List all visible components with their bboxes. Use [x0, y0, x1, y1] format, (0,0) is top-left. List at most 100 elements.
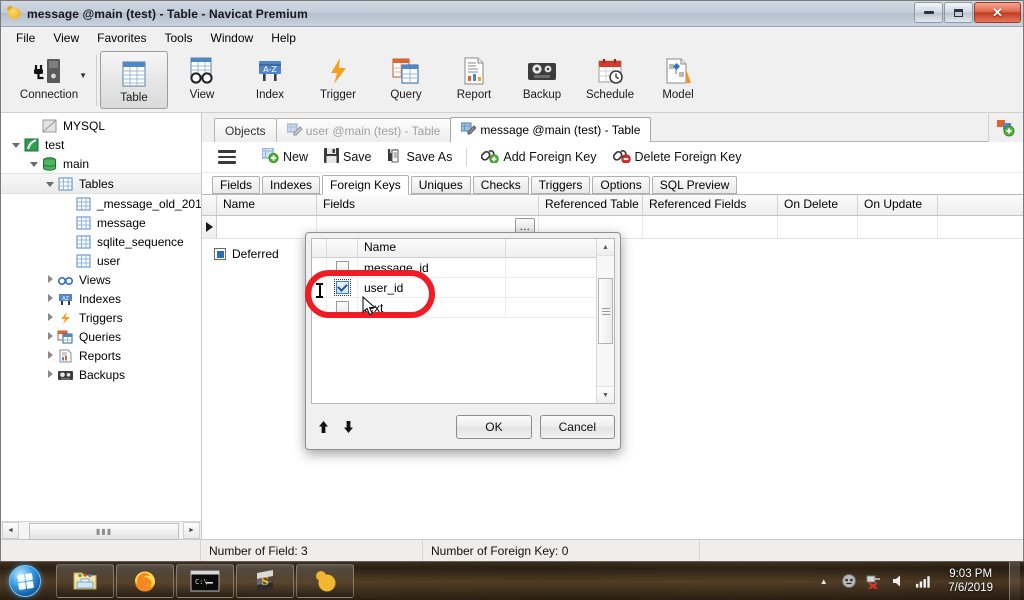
- taskbar-item-file-explorer[interactable]: [56, 564, 114, 598]
- new-button[interactable]: New: [254, 145, 316, 169]
- field-checkbox-cell[interactable]: [327, 278, 358, 297]
- show-hidden-icons-icon[interactable]: ▲: [815, 573, 832, 590]
- expander-closed[interactable]: [43, 274, 57, 285]
- toolbar-report-button[interactable]: Report: [440, 49, 508, 112]
- hamburger-menu-icon[interactable]: [212, 147, 242, 167]
- list-item[interactable]: message_id: [312, 258, 596, 278]
- list-item[interactable]: user_id: [312, 278, 596, 298]
- menu-item-file[interactable]: File: [7, 28, 44, 48]
- column-header-referenced-fields[interactable]: Referenced Fields: [643, 195, 778, 215]
- arrow-up-icon[interactable]: [311, 420, 336, 434]
- subtab-triggers[interactable]: Triggers: [530, 176, 591, 194]
- toolbar-connection-button[interactable]: Connection ▼: [5, 49, 93, 112]
- field-checkbox[interactable]: [335, 261, 349, 274]
- tray-app-icon[interactable]: [840, 573, 857, 590]
- column-header-referenced-table[interactable]: Referenced Table: [539, 195, 643, 215]
- subtab-foreign-keys[interactable]: Foreign Keys: [322, 175, 409, 195]
- list-item[interactable]: text: [312, 298, 596, 318]
- arrow-down-icon[interactable]: [336, 420, 361, 434]
- cell-on-update[interactable]: [858, 216, 938, 238]
- network-disconnected-icon[interactable]: [865, 573, 882, 590]
- scroll-up-arrow-icon[interactable]: ▲: [597, 239, 614, 256]
- field-checkbox-checked[interactable]: [333, 279, 351, 296]
- close-button[interactable]: ✕: [974, 2, 1021, 23]
- toolbar-query-button[interactable]: Query: [372, 49, 440, 112]
- scroll-thumb[interactable]: [598, 278, 613, 344]
- sidebar-item-reports[interactable]: Reports: [1, 346, 201, 365]
- scroll-right-arrow-icon[interactable]: ►: [183, 522, 200, 539]
- sidebar-item-user[interactable]: user: [1, 251, 201, 270]
- cell-referenced-fields[interactable]: [643, 216, 778, 238]
- column-header-fields[interactable]: Fields: [317, 195, 539, 215]
- tab-objects[interactable]: Objects: [214, 118, 277, 142]
- sidebar-item-_message_old_2019[interactable]: _message_old_2019: [1, 194, 201, 213]
- sidebar-item-sqlite_sequence[interactable]: sqlite_sequence: [1, 232, 201, 251]
- sidebar-item-backups[interactable]: Backups: [1, 365, 201, 384]
- subtab-indexes[interactable]: Indexes: [262, 176, 321, 194]
- scroll-left-arrow-icon[interactable]: ◄: [2, 522, 19, 539]
- tab-user-table[interactable]: user @main (test) - Table: [275, 118, 452, 142]
- signal-bars-icon[interactable]: [915, 573, 932, 590]
- menu-item-favorites[interactable]: Favorites: [88, 28, 155, 48]
- menu-item-view[interactable]: View: [44, 28, 88, 48]
- sidebar-item-triggers[interactable]: Triggers: [1, 308, 201, 327]
- toolbar-trigger-button[interactable]: Trigger: [304, 49, 372, 112]
- sidebar-item-main[interactable]: main: [1, 154, 201, 173]
- expander-closed[interactable]: [43, 350, 57, 361]
- new-object-plus-icon[interactable]: [988, 114, 1023, 142]
- subtab-uniques[interactable]: Uniques: [410, 176, 471, 194]
- column-header-name[interactable]: Name: [217, 195, 317, 215]
- cell-on-delete[interactable]: [778, 216, 858, 238]
- toolbar-schedule-button[interactable]: Schedule: [576, 49, 644, 112]
- expander-closed[interactable]: [43, 369, 57, 380]
- maximize-button[interactable]: [944, 2, 973, 23]
- field-checkbox[interactable]: [335, 301, 349, 314]
- expander-closed[interactable]: [43, 293, 57, 304]
- toolbar-model-button[interactable]: Model: [644, 49, 712, 112]
- subtab-options[interactable]: Options: [592, 176, 650, 194]
- expander-closed[interactable]: [43, 331, 57, 342]
- taskbar-item-firefox[interactable]: [116, 564, 174, 598]
- ok-button[interactable]: OK: [456, 415, 532, 439]
- column-header-on-update[interactable]: On Update: [858, 195, 938, 215]
- field-list-scrollbar[interactable]: ▲ ▼: [596, 239, 614, 403]
- toolbar-view-button[interactable]: View: [168, 49, 236, 112]
- toolbar-backup-button[interactable]: Backup: [508, 49, 576, 112]
- toolbar-table-button[interactable]: Table: [100, 51, 168, 109]
- cell-name[interactable]: [217, 216, 317, 238]
- sidebar-item-views[interactable]: Views: [1, 270, 201, 289]
- deferred-checkbox[interactable]: [214, 248, 226, 260]
- sidebar-horizontal-scrollbar[interactable]: ◄ ▮▮▮ ►: [1, 521, 201, 540]
- minimize-button[interactable]: [914, 2, 943, 23]
- field-checkbox-cell[interactable]: [327, 258, 358, 277]
- cancel-button[interactable]: Cancel: [539, 415, 615, 439]
- save-button[interactable]: Save: [316, 145, 380, 169]
- subtab-fields[interactable]: Fields: [212, 176, 261, 194]
- column-header-on-delete[interactable]: On Delete: [778, 195, 858, 215]
- subtab-checks[interactable]: Checks: [472, 176, 529, 194]
- expander-open[interactable]: [9, 140, 23, 149]
- expander-open[interactable]: [27, 159, 41, 168]
- toolbar-index-button[interactable]: A-Z Index: [236, 49, 304, 112]
- show-desktop-button[interactable]: [1009, 562, 1020, 600]
- scroll-track[interactable]: [597, 256, 614, 386]
- menu-item-window[interactable]: Window: [202, 28, 263, 48]
- scroll-thumb[interactable]: ▮▮▮: [29, 523, 179, 540]
- volume-icon[interactable]: [890, 573, 907, 590]
- delete-foreign-key-button[interactable]: Delete Foreign Key: [605, 145, 750, 169]
- start-button[interactable]: [0, 563, 50, 599]
- save-as-button[interactable]: Save As: [380, 145, 461, 169]
- chevron-down-icon[interactable]: ▼: [79, 71, 87, 80]
- add-foreign-key-button[interactable]: Add Foreign Key: [473, 145, 604, 169]
- expander-open[interactable]: [43, 179, 57, 188]
- sidebar-item-tables[interactable]: Tables: [1, 173, 201, 194]
- sidebar-item-test[interactable]: test: [1, 135, 201, 154]
- tab-message-table[interactable]: message @main (test) - Table: [450, 117, 652, 142]
- sidebar-item-mysql[interactable]: MYSQL: [1, 116, 201, 135]
- taskbar-item-command-prompt[interactable]: C:\: [176, 564, 234, 598]
- taskbar-item-navicat[interactable]: [296, 564, 354, 598]
- field-checkbox-cell[interactable]: [327, 298, 358, 317]
- menu-item-help[interactable]: Help: [262, 28, 305, 48]
- scroll-track[interactable]: ▮▮▮: [19, 523, 183, 540]
- taskbar-clock[interactable]: 9:03 PM 7/6/2019: [940, 567, 1001, 595]
